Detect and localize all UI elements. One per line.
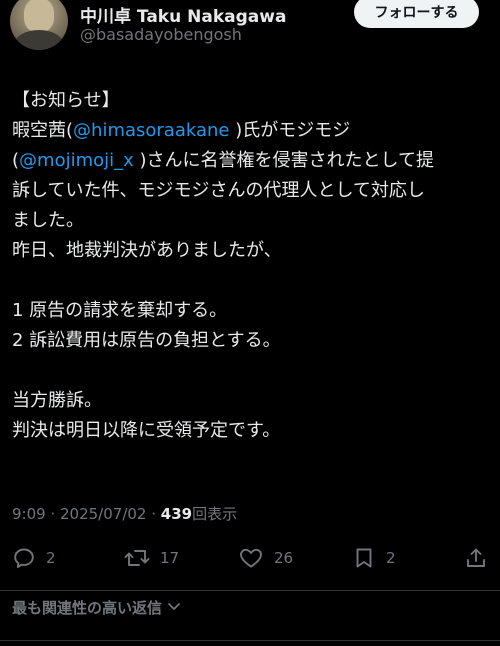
tweet-text: )さんに名誉権を侵害されたとして提 bbox=[133, 150, 434, 171]
user-handle[interactable]: @basadayobengosh bbox=[80, 25, 242, 44]
mention-link-himasoraakane[interactable]: @himasoraakane bbox=[73, 120, 229, 141]
tweet-date[interactable]: 2025/07/02 bbox=[60, 505, 146, 523]
tweet-line: 当方勝訴。 bbox=[12, 390, 102, 411]
tweet-text: 暇空茜( bbox=[12, 120, 74, 141]
reply-sort-selector[interactable]: 最も関連性の高い返信 bbox=[12, 597, 182, 618]
tweet-line: 2 訴訟費用は原告の負担とする。 bbox=[12, 330, 281, 351]
bookmark-count: 2 bbox=[386, 549, 396, 567]
tweet-line: 昨日、地裁判決がありましたが、 bbox=[12, 240, 282, 261]
tweet-line: 訴していた件、モジモジさんの代理人として対応し bbox=[12, 180, 425, 201]
reply-button[interactable]: 2 bbox=[12, 540, 56, 576]
chevron-down-icon bbox=[162, 598, 182, 618]
retweet-count: 17 bbox=[160, 549, 180, 567]
user-name[interactable]: 中川卓 Taku Nakagawa bbox=[80, 2, 286, 27]
reply-count: 2 bbox=[46, 549, 56, 567]
tweet-line: ました。 bbox=[12, 210, 84, 231]
share-icon bbox=[464, 546, 488, 570]
tweet-line: 判決は明日以降に受領予定です。 bbox=[12, 420, 281, 441]
tweet-text: )氏がモジモジ bbox=[229, 120, 351, 141]
action-bar: 2 17 26 2 bbox=[12, 540, 490, 576]
tweet-line: (@mojimoji_x )さんに名誉権を侵害されたとして提 bbox=[12, 146, 492, 176]
follow-button[interactable]: フォローする bbox=[354, 0, 479, 28]
retweet-button[interactable]: 17 bbox=[124, 540, 179, 576]
avatar[interactable] bbox=[10, 0, 68, 50]
avatar-body bbox=[14, 30, 64, 50]
tweet-text: ( bbox=[12, 150, 20, 171]
reply-icon bbox=[12, 546, 36, 570]
retweet-icon bbox=[124, 546, 150, 570]
like-button[interactable]: 26 bbox=[238, 540, 293, 576]
mention-link-mojimoji[interactable]: @mojimoji_x bbox=[19, 150, 134, 171]
tweet-line: 【お知らせ】 bbox=[12, 90, 120, 111]
share-button[interactable] bbox=[464, 540, 488, 576]
divider bbox=[0, 590, 500, 591]
tweet-meta: 9:09 · 2025/07/02 · 439回表示 bbox=[12, 503, 237, 524]
meta-separator: · bbox=[45, 505, 60, 523]
views-count[interactable]: 439 bbox=[161, 505, 192, 523]
meta-separator: · bbox=[146, 505, 161, 523]
tweet-time[interactable]: 9:09 bbox=[12, 505, 46, 523]
divider bbox=[0, 640, 500, 641]
bookmark-button[interactable]: 2 bbox=[352, 540, 396, 576]
tweet-line: 1 原告の請求を棄却する。 bbox=[12, 300, 228, 321]
bookmark-icon bbox=[352, 546, 376, 570]
reply-sort-label: 最も関連性の高い返信 bbox=[12, 599, 163, 617]
like-count: 26 bbox=[274, 549, 294, 567]
tweet-line: 暇空茜(@himasoraakane )氏がモジモジ bbox=[12, 116, 492, 146]
views-label: 回表示 bbox=[192, 505, 238, 523]
tweet-body: 【お知らせ】 暇空茜(@himasoraakane )氏がモジモジ (@moji… bbox=[12, 86, 492, 446]
avatar-face bbox=[24, 0, 54, 32]
like-icon bbox=[238, 546, 264, 570]
